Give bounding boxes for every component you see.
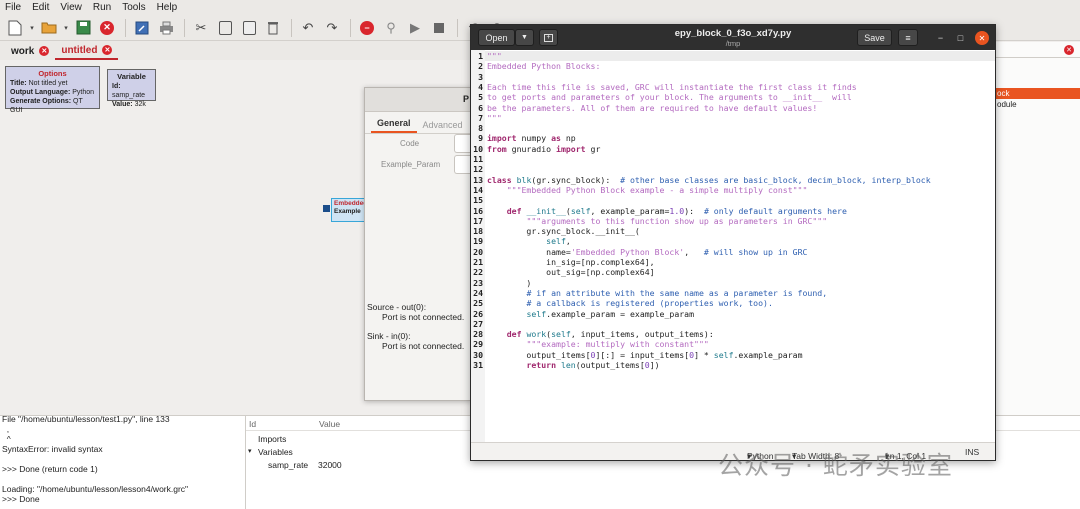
block-title: Variable (117, 72, 146, 81)
toolbar-separator (291, 18, 292, 37)
port-message: Port is not connected. (382, 312, 465, 322)
console-line: File "/home/ubuntu/lesson/test1.py", lin… (2, 415, 170, 424)
tree-item[interactable]: odule (996, 99, 1080, 111)
tab-work[interactable]: work ✕ (5, 42, 55, 60)
close-icon[interactable]: ✕ (102, 45, 113, 55)
watermark: 公众号 · 蛇矛实验室 (718, 451, 953, 480)
open-folder-icon[interactable] (38, 17, 60, 39)
block-title: Options (38, 69, 67, 78)
toolbar-separator (457, 18, 458, 37)
print-icon[interactable] (155, 17, 177, 39)
close-icon[interactable]: ✕ (39, 46, 50, 56)
menu-run[interactable]: Run (93, 2, 111, 13)
block-param: Generate Options: QT GUI (10, 98, 83, 114)
edit-icon[interactable] (131, 17, 153, 39)
properties-dialog: P General Advanced Code Example_Param So… (364, 87, 474, 401)
block-library-panel: ✕ ock odule (995, 42, 1080, 415)
console-line: Loading: "/home/ubuntu/lesson/lesson4/wo… (2, 484, 189, 494)
console-line: , (2, 424, 10, 434)
port-title: Sink - in(0): (367, 331, 411, 341)
open-dropdown-icon[interactable]: ▾ (62, 17, 70, 39)
kill-icon[interactable] (428, 17, 450, 39)
column-header-value[interactable]: Value (319, 419, 340, 429)
dialog-title: P (462, 94, 469, 104)
undo-icon[interactable]: ↶ (297, 17, 319, 39)
stop-icon[interactable]: − (356, 17, 378, 39)
editor-headerbar[interactable]: Open ▼ + epy_block_0_f3o_xd7y.py /tmp Sa… (471, 25, 995, 50)
new-file-icon[interactable] (4, 17, 26, 39)
tab-untitled[interactable]: untitled ✕ (55, 42, 119, 60)
save-button[interactable]: Save (857, 29, 892, 46)
current-line-highlight (485, 51, 995, 62)
variable-name[interactable]: samp_rate (268, 460, 308, 470)
save-icon[interactable] (72, 17, 94, 39)
copy-icon[interactable] (214, 17, 236, 39)
code-editor[interactable]: 1 2 3 4 5 6 7 8 9 10 11 12 13 14 15 16 1… (471, 50, 995, 442)
port-message: Port is not connected. (382, 341, 465, 351)
block-port[interactable] (323, 205, 330, 212)
tab-general[interactable]: General (371, 118, 417, 133)
new-dropdown-icon[interactable]: ▾ (28, 17, 36, 39)
console-output[interactable]: File "/home/ubuntu/lesson/test1.py", lin… (0, 415, 246, 509)
console-line: >>> Done (return code 1) (2, 464, 98, 474)
toolbar-separator (184, 18, 185, 37)
close-icon[interactable]: ✕ (1064, 45, 1074, 55)
field-label-example-param: Example_Param (381, 160, 441, 169)
dialog-tabs: General Advanced (365, 112, 471, 134)
tab-label: work (11, 45, 35, 57)
tree-item-imports[interactable]: Imports (258, 434, 286, 444)
variable-block[interactable]: Variable Id: samp_rate Value: 32k (107, 69, 156, 108)
tree-item-selected[interactable]: ock (996, 88, 1080, 99)
menu-tools[interactable]: Tools (122, 2, 145, 13)
menu-button[interactable]: ≡ (898, 29, 918, 46)
console-line: >>> Done (2, 494, 40, 504)
variable-value: 32000 (318, 460, 342, 470)
column-header-id[interactable]: Id (249, 419, 256, 429)
tab-advanced[interactable]: Advanced (417, 120, 469, 133)
console-line: ^ (2, 434, 11, 444)
menu-help[interactable]: Help (157, 2, 178, 13)
menubar: File Edit View Run Tools Help (0, 0, 1080, 15)
insert-mode[interactable]: INS (965, 447, 979, 457)
hamburger-icon: ≡ (905, 32, 911, 43)
redo-icon[interactable]: ↷ (321, 17, 343, 39)
port-title: Source - out(0): (367, 302, 427, 312)
block-param: Title: Not titled yet (10, 80, 68, 87)
toolbar-separator (125, 18, 126, 37)
delete-icon[interactable] (262, 17, 284, 39)
block-title: Embedded (334, 200, 367, 207)
toolbar-separator (350, 18, 351, 37)
menu-view[interactable]: View (60, 2, 82, 13)
block-param: Id: samp_rate (112, 83, 146, 99)
tab-label: untitled (61, 44, 98, 56)
text-editor-window: Open ▼ + epy_block_0_f3o_xd7y.py /tmp Sa… (470, 24, 996, 461)
paste-icon[interactable] (238, 17, 260, 39)
expander-icon[interactable]: ▾ (248, 447, 252, 455)
menu-file[interactable]: File (5, 2, 21, 13)
generate-icon[interactable]: ⚲ (380, 17, 402, 39)
embedded-python-block[interactable]: Embedded Example (331, 198, 367, 222)
flowgraph-tabs: work ✕ untitled ✕ (0, 41, 470, 60)
run-icon[interactable]: ▶ (404, 17, 426, 39)
console-line: SyntaxError: invalid syntax (2, 444, 103, 454)
block-param: Output Language: Python (10, 89, 95, 96)
options-block[interactable]: Options Title: Not titled yet Output Lan… (5, 66, 100, 114)
field-label-code: Code (400, 139, 420, 148)
close-flowgraph-icon[interactable]: ✕ (96, 17, 118, 39)
maximize-icon[interactable]: □ (953, 30, 968, 45)
panel-header: ✕ (996, 42, 1080, 58)
block-param: Example (334, 208, 361, 215)
tree-item-variables[interactable]: Variables (258, 447, 293, 457)
block-param: Value: 32k (112, 101, 146, 108)
menu-edit[interactable]: Edit (32, 2, 49, 13)
close-icon[interactable]: ✕ (975, 31, 989, 45)
cut-icon[interactable]: ✂ (190, 17, 212, 39)
minimize-icon[interactable]: − (933, 30, 948, 45)
dialog-titlebar[interactable]: P (365, 88, 471, 112)
